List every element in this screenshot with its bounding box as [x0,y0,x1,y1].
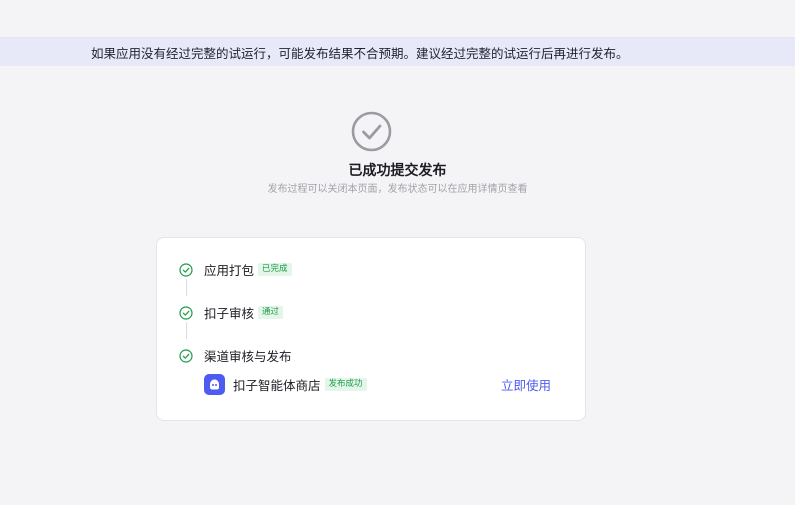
result-subtitle: 发布过程可以关闭本页面，发布状态可以在应用详情页查看 [267,184,528,195]
check-circle-icon [179,305,193,320]
step-label: 应用打包 [204,263,255,278]
status-badge: 发布成功 [324,377,367,391]
step-label: 扣子审核 [204,306,255,321]
check-circle-icon [179,348,193,363]
status-badge: 通过 [258,306,284,319]
step-coze-review: 扣子审核 通过 [179,303,284,322]
step-connector [186,279,187,296]
use-now-link[interactable]: 立即使用 [501,375,551,394]
step-app-packaging: 应用打包 已完成 [179,260,292,279]
coze-store-logo-icon [204,373,225,395]
check-circle-icon [351,111,392,152]
channel-name: 扣子智能体商店 [233,377,321,393]
notice-banner: 如果应用没有经过完整的试运行，可能发布结果不合预期。建议经过完整的试运行后再进行… [0,38,795,66]
top-bar [0,0,795,38]
step-connector [186,322,187,339]
result-title: 已成功提交发布 [348,163,447,179]
status-badge: 已完成 [258,263,292,276]
check-circle-icon [179,262,193,277]
step-label: 渠道审核与发布 [204,349,292,364]
step-channel-review: 渠道审核与发布 [179,346,292,365]
channel-row: 扣子智能体商店 发布成功 立即使用 [204,373,551,395]
publish-steps-card: 应用打包 已完成 扣子审核 通过 渠道审核与发布 扣子智能体商店 发布成功 立即… [156,237,586,421]
notice-text: 如果应用没有经过完整的试运行，可能发布结果不合预期。建议经过完整的试运行后再进行… [91,45,629,61]
